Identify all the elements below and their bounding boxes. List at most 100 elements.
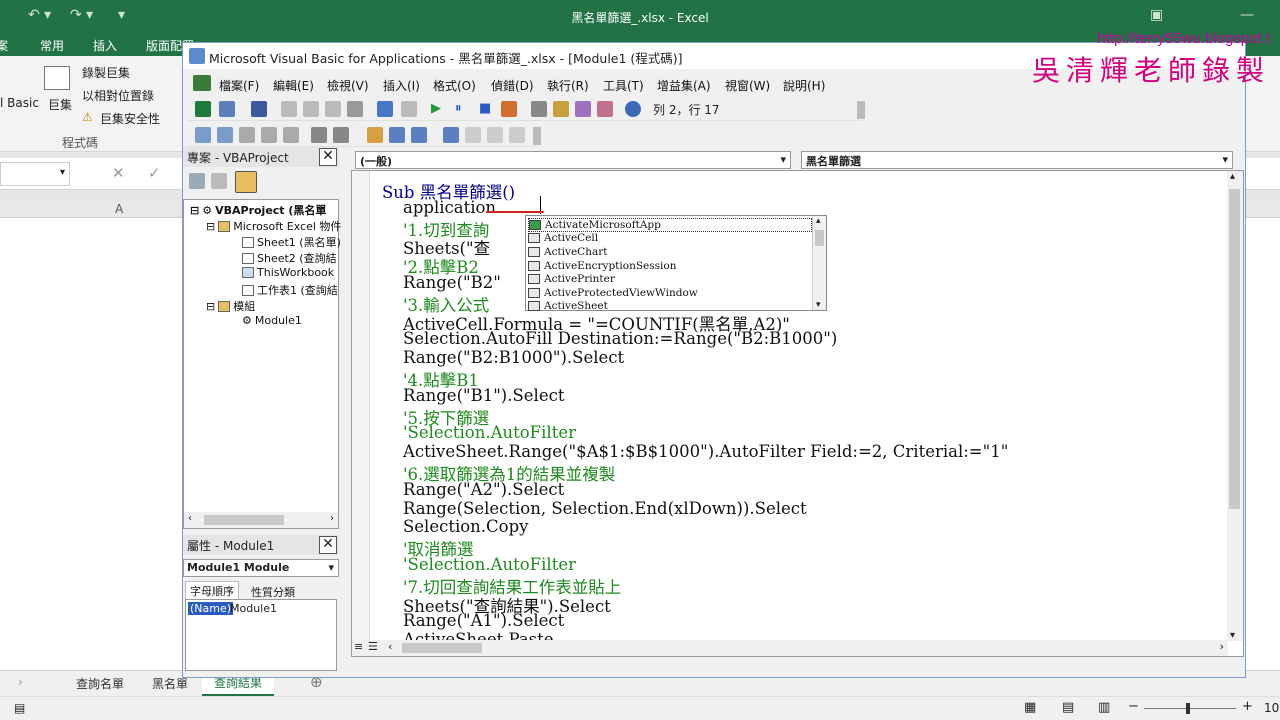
- enter-icon[interactable]: ✓: [148, 164, 161, 182]
- autocomplete-list[interactable]: ActivateMicrosoftApp ActiveCell ActiveChar…: [525, 215, 827, 314]
- tree-sheet2[interactable]: Sheet2 (查詢結: [242, 250, 337, 266]
- code-hscroll-thumb[interactable]: [402, 643, 482, 653]
- autocomplete-item[interactable]: ActiveSheet: [528, 300, 812, 314]
- sheet-tab-query-list[interactable]: 查詢名單: [76, 675, 124, 692]
- paste-icon[interactable]: [325, 101, 341, 117]
- code-line[interactable]: Range("B1").Select: [382, 386, 565, 405]
- menu-insert[interactable]: 插入(I): [383, 77, 420, 94]
- reset-icon[interactable]: ■: [479, 101, 491, 116]
- toggle-bookmark-icon[interactable]: [443, 127, 459, 143]
- list-constants-icon[interactable]: [217, 127, 233, 143]
- menu-run[interactable]: 執行(R): [547, 77, 589, 94]
- design-mode-icon[interactable]: [501, 101, 517, 117]
- autocomplete-item[interactable]: ActivateMicrosoftApp: [528, 218, 812, 232]
- zoom-in-icon[interactable]: +: [1242, 699, 1253, 714]
- menu-view[interactable]: 檢視(V): [327, 77, 369, 94]
- macro-record-icon[interactable]: ▤: [14, 701, 25, 715]
- code-line[interactable]: Selection.AutoFill Destination:=Range("B…: [382, 329, 837, 348]
- code-line[interactable]: 'Selection.AutoFilter: [382, 555, 576, 574]
- vbe-menu-icon[interactable]: [193, 75, 211, 91]
- object-combo[interactable]: (一般) ▾: [355, 151, 791, 169]
- code-line[interactable]: Range("B2": [382, 273, 501, 292]
- tree-thisworkbook[interactable]: ThisWorkbook: [242, 266, 334, 279]
- tree-folder-modules[interactable]: ⊟ 模組: [206, 298, 255, 314]
- minimize-icon[interactable]: —: [1240, 7, 1254, 23]
- procedure-combo[interactable]: 黑名單篩選 ▾: [801, 151, 1233, 169]
- quick-info-icon[interactable]: [239, 127, 255, 143]
- zoom-out-icon[interactable]: −: [1128, 699, 1139, 714]
- zoom-slider[interactable]: [1144, 708, 1236, 709]
- code-line[interactable]: application.: [382, 198, 501, 217]
- toolbar-options-icon[interactable]: [857, 101, 865, 119]
- name-box[interactable]: ▾: [0, 162, 70, 186]
- code-line[interactable]: Selection.Copy: [382, 517, 529, 536]
- property-name-key[interactable]: (Name): [188, 602, 234, 615]
- column-a-header[interactable]: A: [115, 202, 123, 216]
- autocomplete-scroll-thumb[interactable]: [815, 230, 824, 246]
- relative-ref-button[interactable]: 以相對位置錄: [82, 87, 154, 104]
- project-hscrollbar[interactable]: ‹ ›: [184, 512, 338, 528]
- tree-root[interactable]: ⊟ ⚙ VBAProject (黑名單: [190, 202, 326, 218]
- help-icon[interactable]: [625, 101, 641, 117]
- object-browser-icon[interactable]: [575, 101, 591, 117]
- break-icon[interactable]: ⏸: [455, 101, 462, 116]
- record-macro-button[interactable]: 錄製巨集: [82, 64, 130, 81]
- code-vscroll-thumb[interactable]: [1229, 189, 1240, 509]
- autocomplete-item[interactable]: ActivePrinter: [528, 272, 812, 286]
- project-explorer-icon[interactable]: [531, 101, 547, 117]
- clear-bookmarks-icon[interactable]: [509, 127, 525, 143]
- outdent-icon[interactable]: [333, 127, 349, 143]
- autocomplete-item[interactable]: ActiveProtectedViewWindow: [528, 286, 812, 300]
- prev-bookmark-icon[interactable]: [487, 127, 503, 143]
- find-icon[interactable]: [347, 101, 363, 117]
- toolbar2-options-icon[interactable]: [533, 127, 541, 145]
- margin-indicator-bar[interactable]: [352, 171, 370, 656]
- menu-edit[interactable]: 編輯(E): [273, 77, 314, 94]
- complete-word-icon[interactable]: [283, 127, 299, 143]
- cut-icon[interactable]: [281, 101, 297, 117]
- redo-vbe-icon[interactable]: [401, 101, 417, 117]
- tree-folder-objects[interactable]: ⊟ Microsoft Excel 物件: [206, 218, 341, 234]
- sheet-scroll-icon[interactable]: ›: [18, 675, 23, 689]
- object-dropdown[interactable]: Module1 Module ▾: [183, 559, 339, 577]
- code-line[interactable]: 'Selection.AutoFilter: [382, 423, 576, 442]
- copy-icon[interactable]: [303, 101, 319, 117]
- tab-home[interactable]: 常用: [40, 37, 64, 54]
- menu-tools[interactable]: 工具(T): [603, 77, 644, 94]
- view-excel-icon[interactable]: [195, 101, 211, 117]
- parameter-info-icon[interactable]: [261, 127, 277, 143]
- tab-insert[interactable]: 插入: [93, 37, 117, 54]
- autocomplete-item[interactable]: ActiveEncryptionSession: [528, 259, 812, 273]
- tree-sheet1[interactable]: Sheet1 (黑名單): [242, 234, 341, 250]
- normal-view-icon[interactable]: ▦: [1024, 700, 1036, 715]
- comment-block-icon[interactable]: [389, 127, 405, 143]
- scroll-thumb[interactable]: [204, 515, 284, 525]
- close-project-icon[interactable]: ✕: [319, 148, 337, 166]
- menu-addins[interactable]: 增益集(A): [657, 77, 711, 94]
- autocomplete-scrollbar[interactable]: ▴ ▾: [812, 216, 826, 310]
- toolbox-icon[interactable]: [597, 101, 613, 117]
- code-line[interactable]: Range("B2:B1000").Select: [382, 348, 624, 367]
- tree-sheet3[interactable]: 工作表1 (查詢結: [242, 282, 338, 298]
- code-line[interactable]: ActiveSheet.Range("$A$1:$B$1000").AutoFi…: [382, 442, 1008, 461]
- visual-basic-label[interactable]: l Basic: [0, 96, 39, 110]
- ribbon-display-icon[interactable]: ▣: [1150, 7, 1163, 23]
- property-name-value[interactable]: Module1: [230, 602, 277, 615]
- menu-file[interactable]: 檔案(F): [219, 77, 259, 94]
- autocomplete-item[interactable]: ActiveCell: [528, 232, 812, 246]
- toggle-breakpoint-icon[interactable]: [367, 127, 383, 143]
- code-line[interactable]: Range(Selection, Selection.End(xlDown)).…: [382, 499, 807, 518]
- procedure-view-icon[interactable]: ≡: [354, 640, 363, 653]
- view-code-icon[interactable]: [189, 173, 205, 189]
- code-line[interactable]: Range("A1").Select: [382, 611, 564, 630]
- zoom-slider-thumb[interactable]: [1186, 703, 1190, 714]
- menu-window[interactable]: 視窗(W): [725, 77, 770, 94]
- menu-help[interactable]: 說明(H): [783, 77, 825, 94]
- macro-security-button[interactable]: 巨集安全性: [100, 110, 160, 127]
- insert-userform-icon[interactable]: [219, 101, 235, 117]
- zoom-level[interactable]: 10: [1264, 701, 1279, 715]
- tree-module1[interactable]: ⚙ Module1: [242, 314, 302, 327]
- close-properties-icon[interactable]: ✕: [319, 536, 337, 554]
- cancel-icon[interactable]: ✕: [112, 164, 125, 182]
- menu-debug[interactable]: 偵錯(D): [491, 77, 534, 94]
